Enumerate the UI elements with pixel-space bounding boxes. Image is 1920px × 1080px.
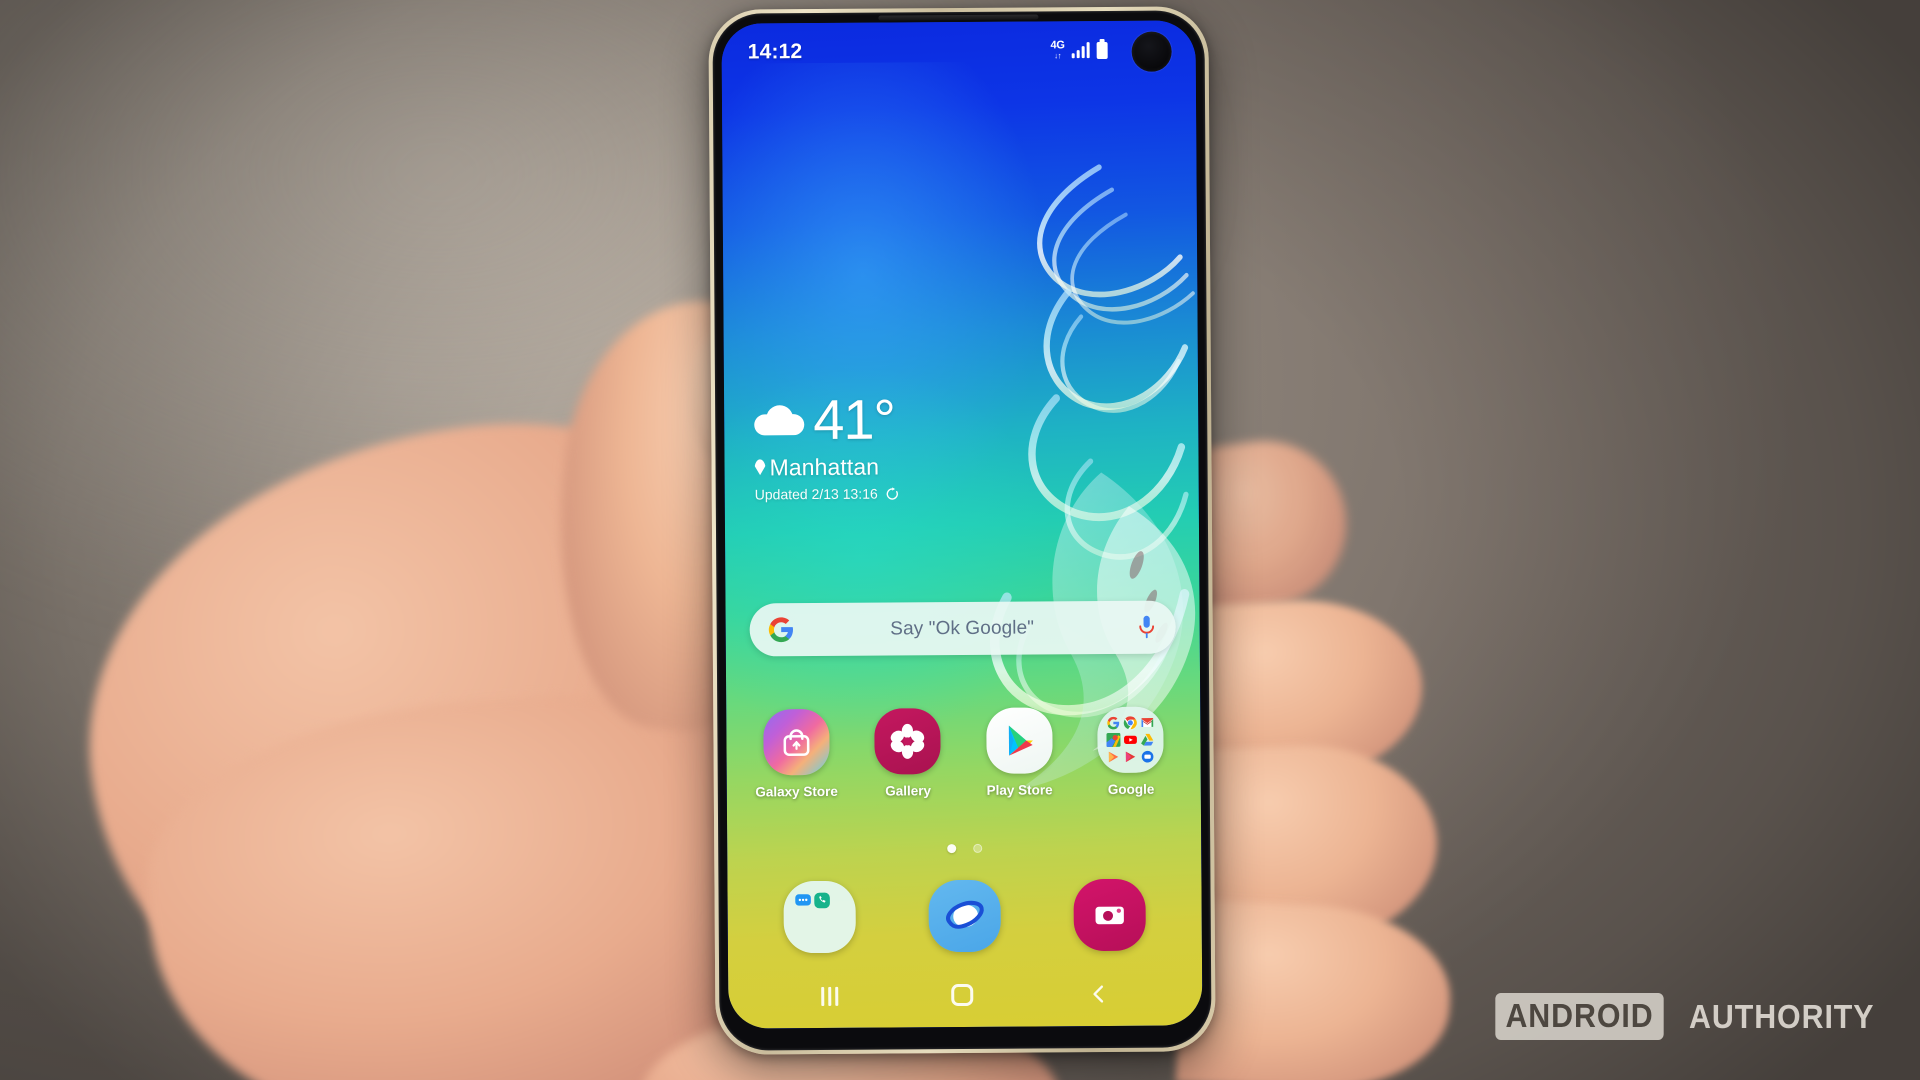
play-store-triangle-glyph xyxy=(1008,725,1033,756)
navigation-bar xyxy=(728,967,1202,1022)
samsung-folder-icon[interactable] xyxy=(783,880,857,954)
phone-mini-icon xyxy=(814,892,831,909)
finger-pinky xyxy=(1175,898,1455,1080)
app-galaxy-store[interactable]: Galaxy Store xyxy=(748,708,845,800)
weather-widget[interactable]: 41° Manhattan Updated 2/13 13:16 xyxy=(754,387,900,503)
play-music-mini-icon xyxy=(1109,751,1119,763)
weather-updated-row: Updated 2/13 13:16 xyxy=(755,486,900,503)
status-clock: 14:12 xyxy=(747,40,803,64)
phone-screen[interactable]: 14:12 4G ↓↑ 41° Manhattan Updated 2/13 1… xyxy=(721,20,1203,1029)
weather-updated-text: Updated 2/13 13:16 xyxy=(754,485,878,503)
galaxy-store-icon[interactable] xyxy=(762,708,830,776)
chrome-mini-icon xyxy=(1124,716,1138,730)
app-gallery[interactable]: Gallery xyxy=(859,708,956,799)
app-label: Galaxy Store xyxy=(755,783,838,800)
samsung-internet-icon[interactable] xyxy=(928,879,1001,953)
data-transfer-arrows: ↓↑ xyxy=(1054,51,1062,61)
home-screen-app-grid: Galaxy Store Gallery Play Store Google xyxy=(740,706,1187,799)
phone-bezel: 14:12 4G ↓↑ 41° Manhattan Updated 2/13 1… xyxy=(712,10,1212,1051)
app-google-folder[interactable]: Google xyxy=(1082,706,1179,797)
weather-location-row: Manhattan xyxy=(754,454,899,482)
page-dot-active[interactable] xyxy=(946,844,956,854)
galaxy-store-bag-glyph xyxy=(783,729,810,756)
back-icon[interactable] xyxy=(1087,983,1109,1005)
watermark-plain-word: AUTHORITY xyxy=(1688,997,1874,1035)
network-type-icon: 4G ↓↑ xyxy=(1050,39,1065,61)
google-folder-icon[interactable] xyxy=(1097,706,1164,774)
dock-folder-grid xyxy=(784,881,857,954)
maps-mini-icon xyxy=(1106,732,1121,747)
play-store-icon[interactable] xyxy=(985,707,1053,774)
google-search-bar[interactable]: Say "Ok Google" xyxy=(749,600,1176,657)
status-icon-group: 4G ↓↑ xyxy=(1050,39,1108,61)
messages-mini-icon xyxy=(795,894,812,906)
duo-mini-icon xyxy=(1142,750,1154,763)
camera-icon[interactable] xyxy=(1073,878,1146,952)
youtube-mini-icon xyxy=(1124,735,1138,744)
page-dot[interactable] xyxy=(972,843,982,853)
cloud-icon xyxy=(754,403,804,437)
gmail-mini-icon xyxy=(1141,718,1154,727)
dock xyxy=(747,878,1181,954)
home-icon[interactable] xyxy=(951,983,974,1007)
smartphone-device: 14:12 4G ↓↑ 41° Manhattan Updated 2/13 1… xyxy=(708,6,1216,1055)
gallery-flower-glyph xyxy=(890,723,925,759)
watermark: ANDROID AUTHORITY xyxy=(1488,993,1883,1040)
google-search-mini-icon xyxy=(1107,716,1120,730)
location-pin-icon xyxy=(754,459,765,475)
app-label: Play Store xyxy=(986,782,1053,798)
refresh-icon[interactable] xyxy=(885,486,900,501)
signal-strength-icon xyxy=(1071,42,1090,59)
microphone-icon[interactable] xyxy=(1136,614,1158,640)
battery-icon xyxy=(1096,41,1108,59)
weather-location: Manhattan xyxy=(769,453,880,481)
recents-icon[interactable] xyxy=(821,986,839,1006)
camera-glyph xyxy=(1095,906,1124,925)
app-label: Gallery xyxy=(885,783,932,799)
app-play-store[interactable]: Play Store xyxy=(971,707,1068,798)
internet-planet-glyph xyxy=(946,900,984,929)
status-bar: 14:12 4G ↓↑ xyxy=(721,20,1195,81)
watermark-boxed-word: ANDROID xyxy=(1494,993,1664,1040)
folder-icon-grid xyxy=(1097,707,1163,773)
play-movies-mini-icon xyxy=(1126,751,1136,763)
drive-mini-icon xyxy=(1141,733,1154,746)
weather-temperature: 41° xyxy=(813,387,896,452)
wallpaper xyxy=(721,20,1203,1029)
google-g-logo xyxy=(768,617,794,643)
search-input[interactable]: Say "Ok Google" xyxy=(795,616,1136,640)
front-camera-punch-hole xyxy=(1131,31,1172,72)
earpiece-speaker xyxy=(878,14,1039,21)
weather-current: 41° xyxy=(754,387,899,452)
app-label: Google xyxy=(1107,781,1155,797)
gallery-icon[interactable] xyxy=(874,708,941,775)
